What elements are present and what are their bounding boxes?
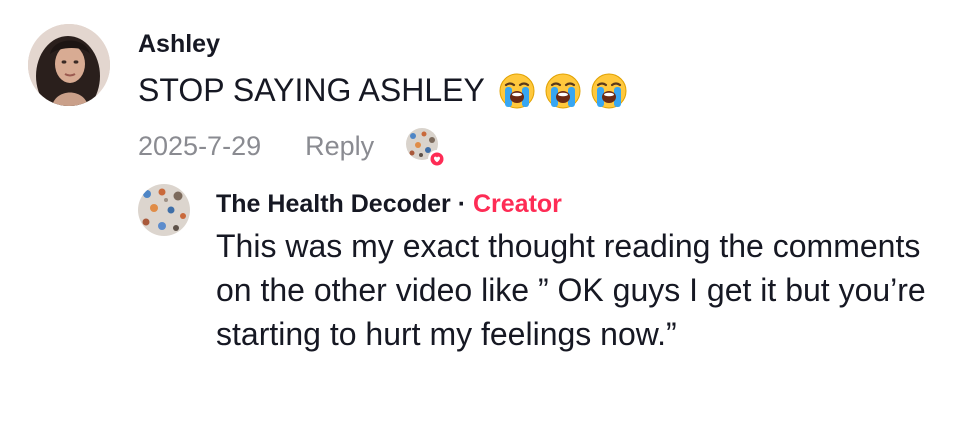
heart-icon [428,150,447,168]
creator-avatar-pattern [138,184,190,236]
reply-text: This was my exact thought reading the co… [216,228,926,352]
comment-username[interactable]: Ashley [138,24,958,64]
creator-avatar[interactable] [138,184,190,236]
comment-date: 2025-7-29 [138,130,262,161]
avatar[interactable] [28,24,110,106]
comment-text-row: STOP SAYING ASHLEY [138,64,958,116]
loudly-crying-face-emoji [591,73,627,109]
reply-username[interactable]: The Health Decoder [216,190,451,218]
liked-by-creator-indicator [406,128,447,168]
reply-button[interactable]: Reply [305,131,374,162]
header-separator: · [450,190,473,218]
reply-body: The Health Decoder · Creator This was my… [216,184,968,356]
comment-body: Ashley STOP SAYING ASHLEY 2025-7-29 Repl… [138,24,958,168]
loudly-crying-face-emoji [499,73,535,109]
profile-photo [28,24,110,106]
comment-text: STOP SAYING ASHLEY [138,72,485,108]
loudly-crying-face-emoji [545,73,581,109]
comment-meta: 2025-7-29 Reply [138,128,447,168]
comment-thread: Ashley STOP SAYING ASHLEY 2025-7-29 Repl… [0,0,980,428]
creator-badge: Creator [473,190,562,218]
reply-header: The Health Decoder · Creator [216,184,968,224]
